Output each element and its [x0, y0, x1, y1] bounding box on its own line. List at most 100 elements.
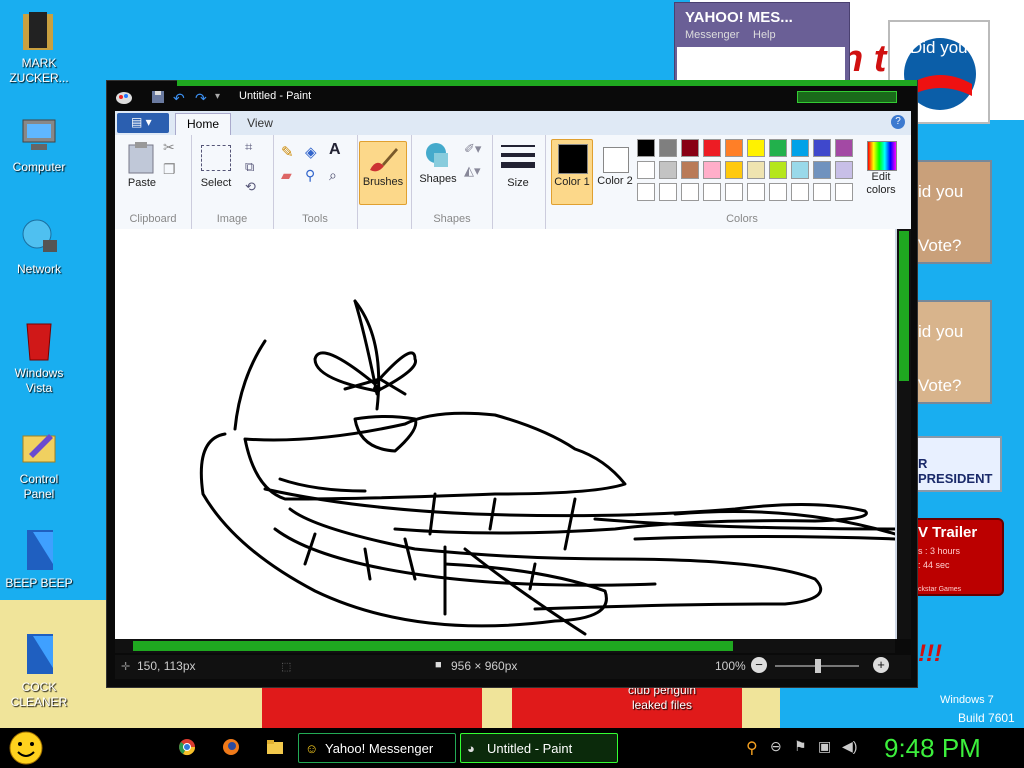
desktop-icon-control-panel[interactable]: Control Panel	[4, 424, 74, 502]
palette-swatch[interactable]	[659, 183, 677, 201]
messenger-tray-icon[interactable]: ⊖	[770, 738, 782, 755]
color-palette[interactable]	[637, 135, 867, 207]
brushes-button[interactable]: Brushes	[359, 141, 407, 205]
search-icon[interactable]: ⚲	[746, 738, 758, 758]
palette-swatch[interactable]	[769, 161, 787, 179]
yahoo-menu-help[interactable]: Help	[753, 29, 776, 41]
color-picker-icon[interactable]: ⚲	[305, 167, 315, 184]
chrome-icon[interactable]	[178, 738, 196, 761]
color1-button[interactable]: Color 1	[551, 139, 593, 205]
vertical-scrollbar[interactable]	[897, 229, 911, 639]
taskbar-clock[interactable]: 9:48 PM	[884, 733, 981, 764]
palette-swatch[interactable]	[813, 183, 831, 201]
zoom-slider-thumb[interactable]	[815, 659, 821, 673]
save-icon[interactable]	[151, 90, 165, 109]
rotate-icon[interactable]: ⟲	[245, 179, 256, 195]
palette-swatch[interactable]	[791, 139, 809, 157]
palette-swatch[interactable]	[703, 161, 721, 179]
edit-colors-button[interactable]: Edit colors	[859, 171, 903, 197]
shapes-button[interactable]: Shapes	[414, 173, 462, 185]
desktop-icon-network[interactable]: Network	[4, 214, 74, 277]
qat-dropdown-icon[interactable]: ▾	[215, 91, 220, 102]
palette-swatch[interactable]	[659, 161, 677, 179]
text-icon[interactable]: A	[329, 141, 341, 159]
palette-swatch[interactable]	[725, 161, 743, 179]
taskbar-yahoo-messenger[interactable]: ☺ Yahoo! Messenger	[298, 733, 456, 763]
firefox-icon[interactable]	[222, 738, 240, 761]
fill-icon[interactable]: ◈	[305, 143, 317, 161]
vote-widget-2[interactable]: id you Vote?	[914, 300, 992, 404]
taskbar-paint[interactable]: ◕ Untitled - Paint	[460, 733, 618, 763]
vote-widget-1[interactable]: id you Vote?	[914, 160, 992, 264]
palette-swatch[interactable]	[681, 183, 699, 201]
redo-icon[interactable]: ↷	[195, 90, 207, 107]
palette-swatch[interactable]	[747, 139, 765, 157]
palette-swatch[interactable]	[747, 161, 765, 179]
palette-swatch[interactable]	[791, 183, 809, 201]
palette-swatch[interactable]	[725, 139, 743, 157]
pencil-icon[interactable]: ✎	[281, 143, 294, 161]
paint-titlebar[interactable]: ↶ ↷ ▾ Untitled - Paint	[107, 80, 917, 111]
drawing-canvas[interactable]	[115, 229, 895, 639]
desktop-icon-windows-vista[interactable]: Windows Vista	[4, 318, 74, 396]
yahoo-messenger-window[interactable]: YAHOO! MES... Messenger Help	[674, 2, 850, 84]
volume-icon[interactable]: ◀)	[842, 738, 857, 755]
palette-swatch[interactable]	[813, 139, 831, 157]
palette-swatch[interactable]	[725, 183, 743, 201]
vertical-scroll-thumb[interactable]	[899, 231, 909, 381]
folder-icon[interactable]	[266, 738, 284, 761]
palette-swatch[interactable]	[835, 139, 853, 157]
palette-swatch[interactable]	[659, 139, 677, 157]
zoom-out-icon[interactable]: −	[751, 657, 767, 673]
help-icon[interactable]: ?	[891, 115, 905, 129]
shapes-icon[interactable]	[422, 141, 452, 171]
palette-swatch[interactable]	[769, 139, 787, 157]
select-button[interactable]: Select	[193, 177, 239, 189]
palette-swatch[interactable]	[637, 161, 655, 179]
undo-icon[interactable]: ↶	[173, 90, 185, 107]
palette-swatch[interactable]	[835, 161, 853, 179]
paste-button[interactable]: Paste	[119, 177, 165, 189]
trailer-widget[interactable]: V Trailer s : 3 hours : 44 sec ckstar Ga…	[914, 518, 1004, 596]
palette-swatch[interactable]	[681, 161, 699, 179]
tab-home[interactable]: Home	[175, 113, 231, 136]
copy-icon[interactable]: ❐	[163, 161, 176, 178]
paint-window[interactable]: ↶ ↷ ▾ Untitled - Paint ▤ ▾ Home View ? P…	[106, 80, 918, 688]
network-tray-icon[interactable]: ▣	[818, 738, 831, 755]
zoom-in-icon[interactable]: +	[873, 657, 889, 673]
window-controls[interactable]	[797, 91, 897, 103]
shape-fill-icon[interactable]: ◭▾	[464, 163, 481, 179]
palette-swatch[interactable]	[769, 183, 787, 201]
palette-swatch[interactable]	[835, 183, 853, 201]
select-icon[interactable]	[201, 145, 231, 171]
desktop-icon-computer[interactable]: Computer	[4, 112, 74, 175]
palette-swatch[interactable]	[813, 161, 831, 179]
yahoo-menu-messenger[interactable]: Messenger	[685, 29, 739, 41]
size-button[interactable]: Size	[495, 177, 541, 189]
paste-icon[interactable]	[127, 141, 157, 175]
horizontal-scroll-thumb[interactable]	[133, 641, 733, 651]
palette-swatch[interactable]	[637, 139, 655, 157]
action-center-icon[interactable]: ⚑	[794, 738, 807, 755]
desktop-icon-mark-zucker[interactable]: MARK ZUCKER...	[4, 8, 74, 86]
palette-swatch[interactable]	[703, 139, 721, 157]
start-button-icon[interactable]	[6, 730, 46, 766]
size-icon[interactable]	[501, 143, 535, 171]
desktop-icon-beep-beep[interactable]: BEEP BEEP	[4, 528, 74, 591]
magnifier-icon[interactable]: ⌕	[329, 167, 337, 184]
color2-button[interactable]: Color 2	[595, 139, 635, 203]
president-widget[interactable]: R PRESIDENT	[914, 436, 1002, 492]
palette-swatch[interactable]	[791, 161, 809, 179]
paint-menu-button[interactable]: ▤ ▾	[117, 113, 169, 133]
edit-colors-icon[interactable]	[867, 141, 897, 171]
palette-swatch[interactable]	[637, 183, 655, 201]
tab-view[interactable]: View	[235, 113, 285, 135]
eraser-icon[interactable]: ▰	[281, 167, 292, 184]
outline-icon[interactable]: ✐▾	[464, 141, 481, 157]
palette-swatch[interactable]	[747, 183, 765, 201]
palette-swatch[interactable]	[703, 183, 721, 201]
resize-icon[interactable]: ⧉	[245, 159, 254, 175]
cut-icon[interactable]: ✂	[163, 139, 175, 156]
crop-icon[interactable]: ⌗	[245, 139, 252, 155]
palette-swatch[interactable]	[681, 139, 699, 157]
